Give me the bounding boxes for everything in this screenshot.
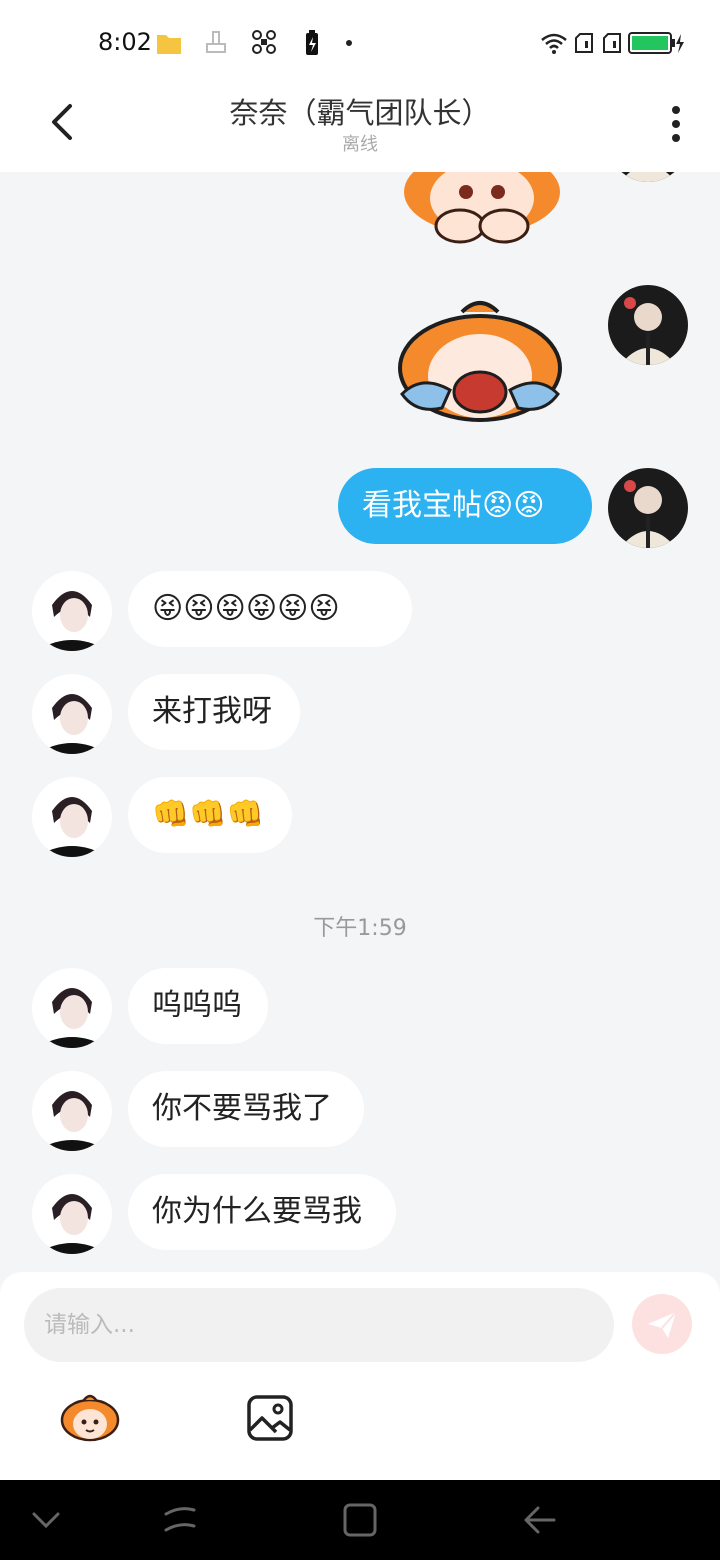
chevron-left-icon[interactable] bbox=[42, 100, 86, 144]
contact-avatar[interactable] bbox=[32, 674, 112, 754]
status-time: 8:02 bbox=[98, 28, 152, 56]
more-vertical-icon[interactable] bbox=[660, 102, 692, 146]
notification-dot bbox=[346, 40, 352, 46]
time-divider: 下午1:59 bbox=[313, 916, 407, 941]
image-icon[interactable] bbox=[246, 1394, 294, 1442]
sticker-sad-monkey[interactable] bbox=[400, 172, 564, 248]
clean-icon bbox=[206, 31, 226, 53]
message-bubble-received[interactable]: 呜呜呜 bbox=[128, 968, 268, 1044]
folder-icon bbox=[157, 35, 181, 54]
status-bar: 8:02 bbox=[0, 0, 720, 86]
chat-header: 奈奈（霸气团队长） 离线 bbox=[0, 86, 720, 172]
sticker-icon[interactable] bbox=[60, 1392, 120, 1442]
my-avatar[interactable] bbox=[608, 285, 688, 365]
contact-avatar[interactable] bbox=[32, 1071, 112, 1151]
sticker-crying-monkey[interactable] bbox=[392, 298, 568, 424]
message-bubble-received[interactable]: 来打我呀 bbox=[128, 674, 300, 750]
message-input[interactable]: 请输入... bbox=[24, 1288, 614, 1362]
back-arrow-icon[interactable] bbox=[520, 1500, 560, 1540]
battery-icon bbox=[628, 32, 684, 54]
contact-avatar[interactable] bbox=[32, 571, 112, 651]
message-bubble-received[interactable]: 你为什么要骂我 bbox=[128, 1174, 396, 1250]
my-avatar[interactable] bbox=[608, 468, 688, 548]
system-nav-bar bbox=[0, 1480, 720, 1560]
online-status: 离线 bbox=[342, 134, 378, 155]
message-bubble-received[interactable]: 你不要骂我了 bbox=[128, 1071, 364, 1147]
sim1-signal-icon bbox=[575, 33, 593, 53]
input-panel: 请输入... bbox=[0, 1272, 720, 1480]
recent-apps-icon[interactable] bbox=[160, 1500, 200, 1540]
message-list[interactable]: 看我宝帖😡😡 😝😝😝😝😝😝 来打我呀 👊👊👊 下午1:59 呜呜呜 你不要骂我了… bbox=[0, 172, 720, 1272]
chevron-down-icon[interactable] bbox=[26, 1500, 66, 1540]
message-bubble-received[interactable]: 😝😝😝😝😝😝 bbox=[128, 571, 412, 647]
contact-avatar[interactable] bbox=[32, 968, 112, 1048]
drone-icon bbox=[252, 30, 276, 54]
message-bubble-received[interactable]: 👊👊👊 bbox=[128, 777, 292, 853]
send-button[interactable] bbox=[632, 1294, 692, 1354]
home-icon[interactable] bbox=[340, 1500, 380, 1540]
sim2-signal-icon bbox=[603, 33, 621, 53]
send-icon bbox=[648, 1311, 677, 1338]
contact-avatar[interactable] bbox=[32, 777, 112, 857]
page-title: 奈奈（霸气团队长） bbox=[229, 96, 491, 130]
message-bubble-sent[interactable]: 看我宝帖😡😡 bbox=[338, 468, 592, 544]
my-avatar[interactable] bbox=[608, 172, 688, 182]
wifi-icon bbox=[541, 33, 567, 54]
battery-charging-icon bbox=[306, 30, 318, 55]
contact-avatar[interactable] bbox=[32, 1174, 112, 1254]
